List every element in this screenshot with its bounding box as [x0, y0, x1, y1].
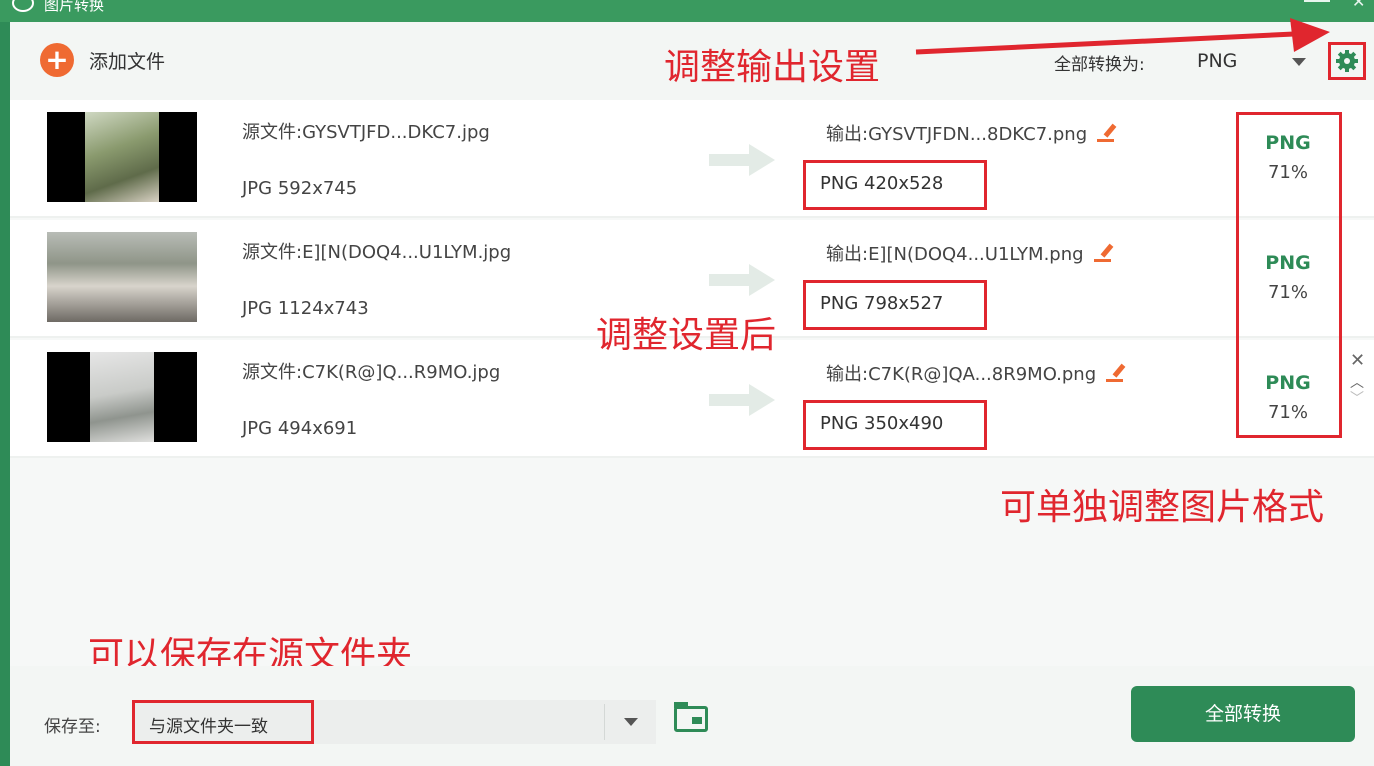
output-file-name: 输出:E][N(DOQ4...U1LYM.png	[826, 240, 1113, 266]
thumbnail	[47, 352, 197, 442]
annotation-individual-format: 可单独调整图片格式	[1000, 487, 1325, 528]
add-file-button[interactable]: + 添加文件	[40, 43, 166, 77]
annotation-output-settings: 调整输出设置	[664, 47, 881, 88]
close-window-icon[interactable]: ✕	[1352, 0, 1365, 11]
output-file-meta: PNG 420x528	[803, 160, 987, 210]
source-file-meta: JPG 1124x743	[242, 298, 369, 319]
divider	[604, 704, 605, 740]
edit-icon[interactable]	[1093, 242, 1113, 262]
output-file-name: 输出:C7K(R@]QA...8R9MO.png	[826, 360, 1126, 386]
add-file-label: 添加文件	[89, 50, 166, 73]
chevron-down-icon[interactable]: ﹀	[1350, 388, 1364, 408]
output-file-label: 输出:E][N(DOQ4...U1LYM.png	[826, 244, 1084, 265]
format-highlight-box	[1236, 112, 1342, 438]
source-file-name: 源文件:GYSVTJFD...DKC7.jpg	[242, 122, 490, 143]
app-logo	[12, 0, 34, 12]
edit-icon[interactable]	[1097, 122, 1117, 142]
output-file-label: 输出:GYSVTJFDN...8DKC7.png	[826, 124, 1088, 145]
minimize-button[interactable]	[1304, 0, 1330, 2]
source-file-meta: JPG 592x745	[242, 178, 358, 199]
output-file-name: 输出:GYSVTJFDN...8DKC7.png	[826, 120, 1117, 146]
convert-all-button[interactable]: 全部转换	[1131, 686, 1355, 742]
bottom-bar: 保存至: 与源文件夹一致 全部转换	[10, 666, 1374, 766]
source-file-meta: JPG 494x691	[242, 418, 358, 439]
arrow-right-icon	[709, 384, 775, 416]
main-panel: + 添加文件 全部转换为: PNG 源文件:GYSVTJFD...DKC7.jp…	[10, 18, 1374, 766]
arrow-right-icon	[709, 264, 775, 296]
annotation-arrow	[915, 18, 1330, 55]
annotation-after-settings: 调整设置后	[596, 315, 777, 356]
save-location-select[interactable]: 与源文件夹一致	[132, 700, 656, 744]
window-title: 图片转换	[44, 0, 105, 14]
file-list: 源文件:GYSVTJFD...DKC7.jpg JPG 592x745 输出:G…	[10, 100, 1374, 460]
thumbnail	[47, 232, 197, 322]
output-file-label: 输出:C7K(R@]QA...8R9MO.png	[826, 364, 1097, 385]
gear-icon	[1336, 50, 1358, 72]
source-file-name: 源文件:C7K(R@]Q...R9MO.jpg	[242, 362, 501, 383]
save-location-value: 与源文件夹一致	[132, 700, 314, 744]
output-file-meta: PNG 798x527	[803, 280, 987, 330]
add-icon: +	[40, 43, 74, 77]
save-to-label: 保存至:	[44, 717, 101, 737]
chevron-down-icon	[624, 718, 638, 726]
thumbnail	[47, 112, 197, 202]
output-file-meta: PNG 350x490	[803, 400, 987, 450]
file-row[interactable]: 源文件:GYSVTJFD...DKC7.jpg JPG 592x745 输出:G…	[10, 100, 1374, 218]
arrow-right-icon	[709, 144, 775, 176]
source-file-name: 源文件:E][N(DOQ4...U1LYM.jpg	[242, 242, 512, 263]
close-icon[interactable]: ✕	[1350, 350, 1365, 371]
edit-icon[interactable]	[1106, 362, 1126, 382]
folder-icon[interactable]	[674, 702, 708, 732]
